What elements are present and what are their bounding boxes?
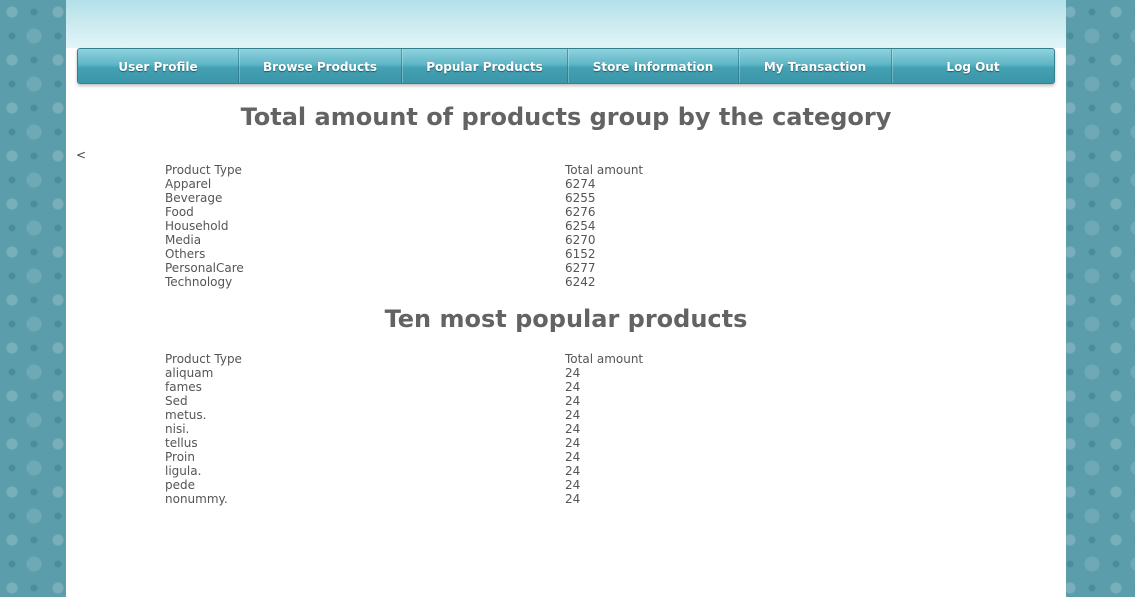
table-row: Food 6276 <box>165 205 765 219</box>
table-row: Beverage 6255 <box>165 191 765 205</box>
product-name-cell: tellus <box>165 436 198 450</box>
category-table: Product Type Total amount Apparel 6274 Be… <box>165 163 765 289</box>
table-row: Proin 24 <box>165 450 765 464</box>
nav-my-transaction[interactable]: My Transaction <box>739 49 892 83</box>
nav-browse-products[interactable]: Browse Products <box>239 49 402 83</box>
product-name-cell: pede <box>165 478 195 492</box>
table-row: Others 6152 <box>165 247 765 261</box>
table-row: fames 24 <box>165 380 765 394</box>
total-amount-cell: 24 <box>565 394 581 408</box>
nav-user-profile[interactable]: User Profile <box>78 49 239 83</box>
table-row: Media 6270 <box>165 233 765 247</box>
total-amount-cell: 24 <box>565 478 581 492</box>
product-type-cell: Media <box>165 233 202 247</box>
total-amount-cell: 6255 <box>565 191 596 205</box>
column-header-product-type: Product Type <box>165 352 242 366</box>
table-row: pede 24 <box>165 478 765 492</box>
product-type-cell: Technology <box>165 275 233 289</box>
table-header-row: Product Type Total amount <box>165 163 765 177</box>
total-amount-cell: 24 <box>565 436 581 450</box>
table-row: Household 6254 <box>165 219 765 233</box>
total-amount-cell: 24 <box>565 380 581 394</box>
main-nav: User Profile Browse Products Popular Pro… <box>77 48 1055 84</box>
product-name-cell: Proin <box>165 450 195 464</box>
total-amount-cell: 24 <box>565 366 581 380</box>
total-amount-cell: 24 <box>565 464 581 478</box>
table-row: metus. 24 <box>165 408 765 422</box>
nav-store-information[interactable]: Store Information <box>568 49 739 83</box>
nav-log-out[interactable]: Log Out <box>892 49 1054 83</box>
table-row: PersonalCare 6277 <box>165 261 765 275</box>
total-amount-cell: 6254 <box>565 219 596 233</box>
total-amount-cell: 6270 <box>565 233 596 247</box>
product-type-cell: Others <box>165 247 206 261</box>
page-container: User Profile Browse Products Popular Pro… <box>66 0 1066 597</box>
popular-section-title: Ten most popular products <box>384 305 748 333</box>
total-amount-cell: 6242 <box>565 275 596 289</box>
table-row: Technology 6242 <box>165 275 765 289</box>
total-amount-cell: 24 <box>565 450 581 464</box>
product-type-cell: Food <box>165 205 194 219</box>
total-amount-cell: 6276 <box>565 205 596 219</box>
header-banner <box>66 0 1066 48</box>
product-name-cell: ligula. <box>165 464 202 478</box>
total-amount-cell: 24 <box>565 408 581 422</box>
stray-text: < <box>76 148 87 162</box>
column-header-total-amount: Total amount <box>565 352 644 366</box>
nav-popular-products[interactable]: Popular Products <box>402 49 568 83</box>
total-amount-cell: 24 <box>565 422 581 436</box>
table-header-row: Product Type Total amount <box>165 352 765 366</box>
table-row: nisi. 24 <box>165 422 765 436</box>
product-name-cell: fames <box>165 380 202 394</box>
product-name-cell: aliquam <box>165 366 214 380</box>
table-row: ligula. 24 <box>165 464 765 478</box>
product-name-cell: nisi. <box>165 422 190 436</box>
total-amount-cell: 6277 <box>565 261 596 275</box>
table-row: nonummy. 24 <box>165 492 765 506</box>
category-section-title: Total amount of products group by the ca… <box>240 103 892 131</box>
table-row: tellus 24 <box>165 436 765 450</box>
product-type-cell: Apparel <box>165 177 212 191</box>
product-name-cell: nonummy. <box>165 492 228 506</box>
table-row: aliquam 24 <box>165 366 765 380</box>
column-header-product-type: Product Type <box>165 163 242 177</box>
product-name-cell: metus. <box>165 408 207 422</box>
table-row: Apparel 6274 <box>165 177 765 191</box>
total-amount-cell: 24 <box>565 492 581 506</box>
popular-products-table: Product Type Total amount aliquam 24 fame… <box>165 352 765 506</box>
product-type-cell: PersonalCare <box>165 261 244 275</box>
total-amount-cell: 6152 <box>565 247 596 261</box>
product-name-cell: Sed <box>165 394 188 408</box>
product-type-cell: Household <box>165 219 229 233</box>
total-amount-cell: 6274 <box>565 177 596 191</box>
column-header-total-amount: Total amount <box>565 163 644 177</box>
product-type-cell: Beverage <box>165 191 223 205</box>
table-row: Sed 24 <box>165 394 765 408</box>
